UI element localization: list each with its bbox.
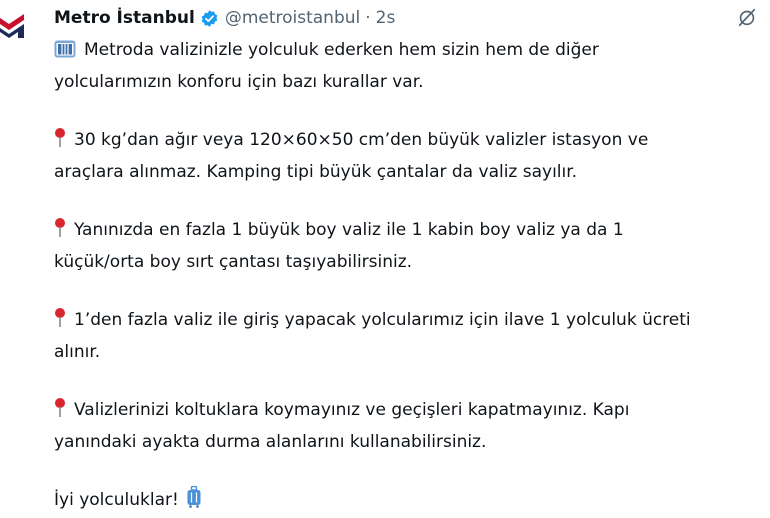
rule-4-line-1: Valizlerinizi koltuklara koymayınız ve g… bbox=[54, 396, 770, 428]
verified-badge-icon bbox=[200, 9, 219, 28]
tweet-header: Metro İstanbul @metroistanbul · 2s bbox=[54, 6, 395, 30]
tweet-text: Metroda valizinizle yolculuk ederken hem… bbox=[54, 36, 770, 518]
rule-2-line-2: küçük/orta boy sırt çantası taşıyabilirs… bbox=[54, 252, 413, 272]
closing-text: İyi yolculuklar! bbox=[54, 490, 179, 510]
intro-line-1: Metroda valizinizle yolculuk ederken hem… bbox=[54, 36, 770, 68]
round-pushpin-icon bbox=[54, 128, 66, 158]
rule-1-text-1: 30 kg’dan ağır veya 120×60×50 cm’den büy… bbox=[74, 130, 649, 150]
rule-3-text-1: 1’den fazla valiz ile giriş yapacak yolc… bbox=[74, 310, 691, 330]
rule-4-text-1: Valizlerinizi koltuklara koymayınız ve g… bbox=[74, 400, 630, 420]
handle[interactable]: @metroistanbul bbox=[225, 8, 360, 28]
rule-3-line-2: alınır. bbox=[54, 342, 101, 362]
avatar[interactable] bbox=[0, 6, 30, 48]
rule-1-line-2: araçlara alınmaz. Kamping tipi büyük çan… bbox=[54, 162, 578, 182]
timestamp[interactable]: 2s bbox=[376, 8, 396, 28]
display-name[interactable]: Metro İstanbul bbox=[54, 8, 195, 28]
intro-text-1: Metroda valizinizle yolculuk ederken hem… bbox=[84, 40, 599, 60]
rule-2-line-1: Yanınızda en fazla 1 büyük boy valiz ile… bbox=[54, 216, 770, 248]
luggage-icon bbox=[54, 39, 76, 68]
luggage-icon bbox=[187, 485, 201, 518]
rule-2-text-1: Yanınızda en fazla 1 büyük boy valiz ile… bbox=[74, 220, 624, 240]
separator: · bbox=[365, 8, 371, 28]
metro-istanbul-logo-icon bbox=[0, 14, 24, 38]
round-pushpin-icon bbox=[54, 398, 66, 428]
closing-line: İyi yolculuklar! bbox=[54, 485, 770, 518]
rule-1-line-1: 30 kg’dan ağır veya 120×60×50 cm’den büy… bbox=[54, 126, 770, 158]
round-pushpin-icon bbox=[54, 308, 66, 338]
intro-line-2: yolcularımızın konforu için bazı kuralla… bbox=[54, 72, 424, 92]
mute-icon[interactable] bbox=[736, 6, 758, 28]
tweet: Metro İstanbul @metroistanbul · 2s Metro… bbox=[0, 0, 770, 510]
rule-4-line-2: yanındaki ayakta durma alanlarını kullan… bbox=[54, 432, 487, 452]
round-pushpin-icon bbox=[54, 218, 66, 248]
rule-3-line-1: 1’den fazla valiz ile giriş yapacak yolc… bbox=[54, 306, 770, 338]
